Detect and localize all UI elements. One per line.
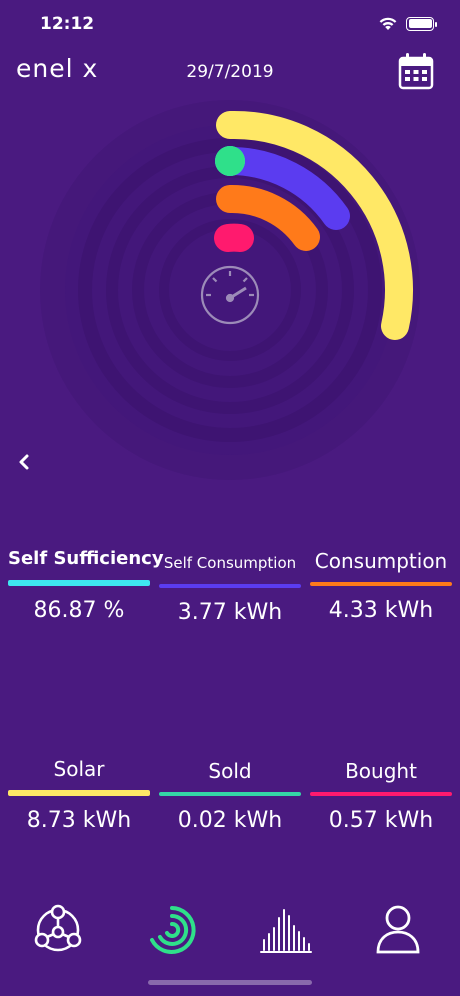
stat-self-consumption[interactable]: Self Consumption 3.77 kWh: [159, 550, 301, 625]
stat-value: 0.57 kWh: [328, 808, 434, 833]
status-bar: 12:12: [0, 0, 460, 48]
stat-bar: [8, 790, 150, 796]
stat-value: 4.33 kWh: [328, 598, 434, 623]
header: enel x 29/7/2019: [0, 52, 460, 92]
stat-solar[interactable]: Solar 8.73 kWh: [8, 756, 150, 833]
tab-bar: [0, 900, 460, 970]
user-icon[interactable]: [368, 900, 428, 960]
energy-ring-icon[interactable]: [142, 900, 202, 960]
stat-label: Solar: [53, 757, 105, 781]
stat-bought[interactable]: Bought 0.57 kWh: [310, 758, 452, 833]
energy-dial: [40, 100, 420, 480]
chevron-left-icon[interactable]: [12, 450, 36, 474]
wifi-icon: [379, 17, 397, 30]
stat-label: Consumption: [314, 549, 448, 573]
battery-icon: [406, 16, 437, 31]
stat-label: Bought: [345, 759, 417, 783]
stat-sold[interactable]: Sold 0.02 kWh: [159, 758, 301, 833]
status-icons: [378, 16, 437, 31]
stat-self-sufficiency[interactable]: Self Sufficiency 86.87 %: [8, 546, 164, 623]
bar-chart-icon[interactable]: [256, 900, 316, 960]
stat-bar: [159, 584, 301, 588]
stat-consumption[interactable]: Consumption 4.33 kWh: [310, 548, 452, 623]
stat-bar: [310, 792, 452, 796]
stat-value: 86.87 %: [33, 598, 125, 623]
stat-label: Self Sufficiency: [8, 548, 164, 569]
stat-value: 3.77 kWh: [177, 600, 283, 625]
status-time: 12:12: [40, 14, 95, 34]
home-indicator: [148, 980, 312, 985]
stat-label: Self Consumption: [163, 554, 297, 572]
stat-value: 8.73 kWh: [26, 808, 132, 833]
calendar-icon[interactable]: [398, 52, 434, 90]
community-icon[interactable]: [28, 900, 88, 960]
date-label: 29/7/2019: [186, 62, 274, 82]
stat-bar: [8, 580, 150, 586]
stat-value: 0.02 kWh: [177, 808, 283, 833]
stat-bar: [159, 792, 301, 796]
stat-bar: [310, 582, 452, 586]
stat-label: Sold: [208, 759, 252, 783]
